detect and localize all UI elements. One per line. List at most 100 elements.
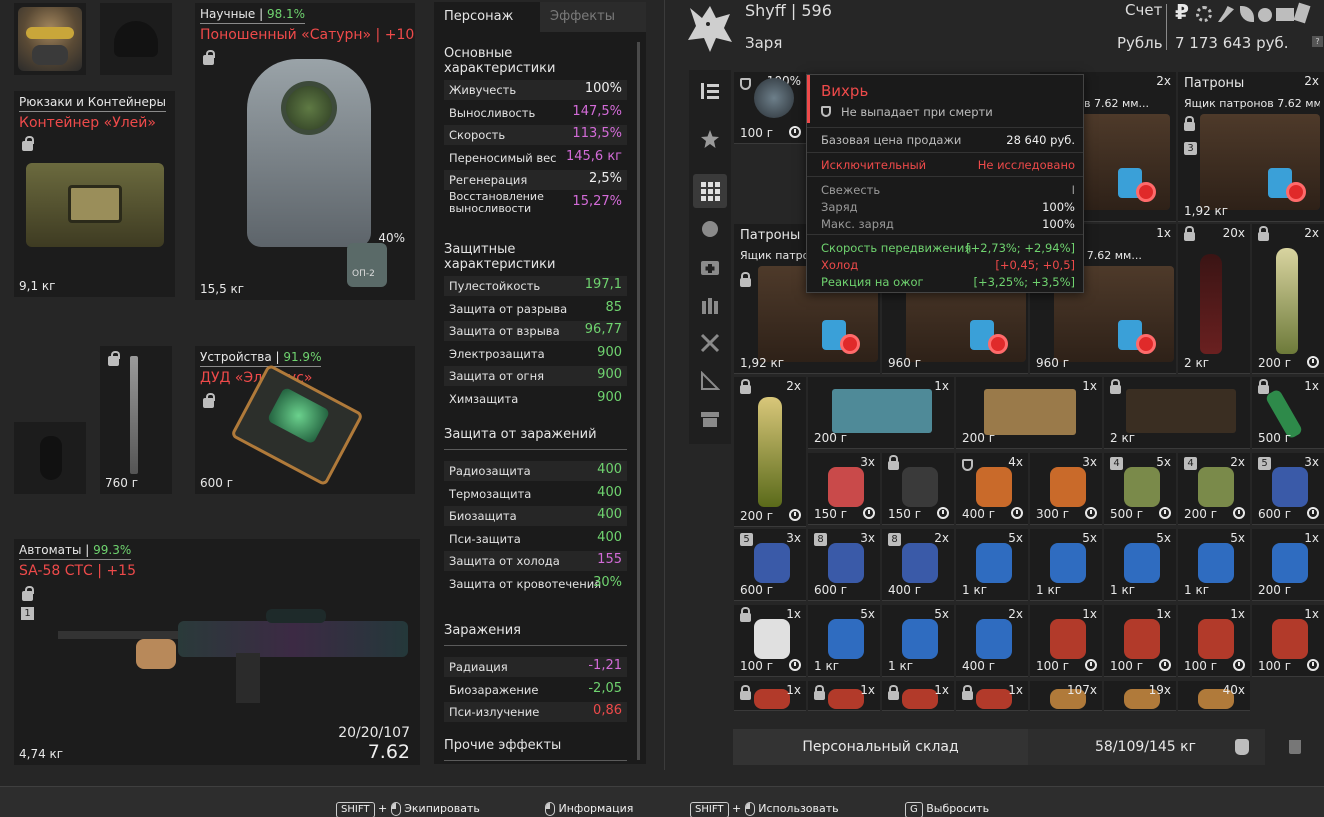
inventory-cell[interactable]: 2 кг [1104,377,1250,449]
inventory-cell[interactable]: 5x 1 кг [882,605,954,677]
armor-slot[interactable]: Научные | 98.1% Поношенный «Сатурн» | +1… [195,3,415,300]
all-items-filter-button[interactable] [693,174,727,208]
help-button[interactable]: ? [1312,36,1323,47]
mouse-icon [744,802,755,816]
backpack-slot[interactable]: Рюкзаки и Контейнеры Контейнер «Улей» 9,… [14,91,175,297]
inventory-cell[interactable]: 3x 150 г [808,453,880,525]
stat-label: Пси-излучение [449,705,540,719]
armor-container-slot[interactable]: 40% ОП-2 [343,229,407,293]
weapon-condition: 99.3% [93,543,132,557]
inventory-cell[interactable]: 20x 2 кг [1178,224,1250,374]
inventory-cell[interactable]: 5 3x 600 г [734,529,806,601]
stat-value: -1,21 [588,658,622,673]
stat-label: Переносимый вес [449,150,557,165]
document-icon[interactable] [1293,2,1311,24]
inventory-cell[interactable]: 1x 200 г [1252,529,1324,601]
item-tooltip: Вихрь Не выпадает при смерти Базовая цен… [806,74,1084,293]
item-count: 1x [786,683,801,697]
stats-scrollbar[interactable] [637,42,640,760]
weapon-slot[interactable]: Автоматы | 99.3% SA-58 СТС | +15 1 20/20… [14,539,420,765]
item-weight: 960 г [1036,356,1070,370]
face-slot[interactable] [14,3,86,75]
inventory-cell[interactable]: 5x 1 кг [1030,529,1102,601]
artifact-filter-button[interactable] [693,122,727,156]
ruble-icon[interactable]: ₽ [1175,0,1189,24]
inventory-cell[interactable]: 5x 1 кг [808,605,880,677]
item-count: 3x [860,531,875,545]
coin-icon[interactable] [1258,8,1272,22]
blueprint-filter-button[interactable] [693,364,727,398]
inventory-cell[interactable]: 3x 300 г [1030,453,1102,525]
inventory-cell[interactable]: 150 г [882,453,954,525]
stat-row: Химзащита 900 [444,389,627,409]
stat-value: 96,77 [584,322,622,337]
inventory-cell[interactable]: 19x [1104,681,1176,711]
inventory-cell[interactable]: 5 3x 600 г [1252,453,1324,525]
visor-icon [281,81,337,135]
item-level: 8 [888,533,901,546]
tooltip-effect: Реакция на ожог [+3,25%; +3,5%] [821,275,1075,289]
trash-button[interactable] [1265,729,1324,765]
inventory-cell[interactable]: 1x 200 г [808,377,954,449]
inventory-cell[interactable]: 1x [956,681,1028,711]
inventory-cell[interactable]: 1x 100 г [1030,605,1102,677]
sort-button[interactable] [693,74,727,108]
inventory-cell[interactable]: 4x 400 г [956,453,1028,525]
melee-slot[interactable]: 760 г [100,346,172,494]
cash-icon[interactable] [1276,8,1294,21]
inventory-cell[interactable]: 5x 1 кг [1178,529,1250,601]
item-count: 19x [1148,683,1171,697]
stat-label: Регенерация [449,173,528,187]
item-weight: 1 кг [888,659,914,673]
inventory-cell[interactable]: 1x [808,681,880,711]
ammo-filter-button[interactable] [693,288,727,322]
inventory-cell[interactable]: 8 2x 400 г [882,529,954,601]
inventory-cell[interactable]: 1x 100 г [1178,605,1250,677]
stat-label: Защита от взрыва [449,324,560,338]
grenade-slot[interactable] [14,422,86,494]
item-weight: 1 кг [1036,583,1062,597]
gear-icon[interactable] [1196,6,1212,22]
inventory-cell[interactable]: 4 5x 500 г [1104,453,1176,525]
inventory-cell[interactable]: 5x 1 кг [1104,529,1176,601]
item-category: Патроны [1184,76,1245,91]
lock-icon [203,393,215,408]
inventory-cell[interactable]: 107x [1030,681,1102,711]
inventory-cell[interactable]: 5x 1 кг [956,529,1028,601]
inventory-cell[interactable]: 2x 200 г [1252,224,1324,374]
base-price-value: 28 640 руб. [1006,133,1075,147]
helmet-slot[interactable] [100,3,172,75]
tab-effects[interactable]: Эффекты [540,2,646,32]
inventory-cell[interactable]: 2x 400 г [956,605,1028,677]
inventory-cell[interactable]: 1x 100 г [1252,605,1324,677]
tool-icon[interactable] [1218,6,1234,22]
stat-label: Радиация [449,660,508,674]
inventory-cell[interactable]: 8 3x 600 г [808,529,880,601]
gas-burner-icon [1050,619,1086,659]
inventory-cell[interactable]: 2x 200 г [734,377,806,527]
tools-filter-button[interactable] [693,326,727,360]
lock-icon [888,455,899,470]
leaf-icon[interactable] [1240,6,1254,22]
stat-row: Переносимый вес 145,6 кг [444,148,627,168]
inventory-cell[interactable]: 1x 100 г [1104,605,1176,677]
tooltip-freshness: Свежесть I [821,183,1075,197]
inventory-cell[interactable]: 1x 200 г [956,377,1102,449]
device-slot[interactable]: Устройства | 91.9% ДУД «Эльбрус» 600 г [195,346,415,494]
personal-storage-button[interactable]: Персональный склад [733,729,1028,765]
inventory-cell[interactable]: 1x [882,681,954,711]
inventory-cell[interactable]: 1x [734,681,806,711]
medical-filter-button[interactable] [693,250,727,284]
wine-bottle-icon [1200,254,1222,354]
grenade-filter-button[interactable] [693,212,727,246]
inventory-cell[interactable]: 1x 500 г [1252,377,1324,449]
tab-character[interactable]: Персонаж [434,2,540,32]
inventory-cell[interactable]: Патроны 2x Ящик патронов 7.62 мм... 3 1,… [1178,72,1324,222]
vortex-artifact-icon [754,78,794,118]
misc-filter-button[interactable] [693,402,727,436]
inventory-cell[interactable]: 4 2x 200 г [1178,453,1250,525]
inventory-cell[interactable]: 1x 100 г [734,605,806,677]
inventory-cell[interactable]: 100% 100 г [734,72,806,144]
plus-sign: + [732,802,742,815]
inventory-cell[interactable]: 40x [1178,681,1250,711]
